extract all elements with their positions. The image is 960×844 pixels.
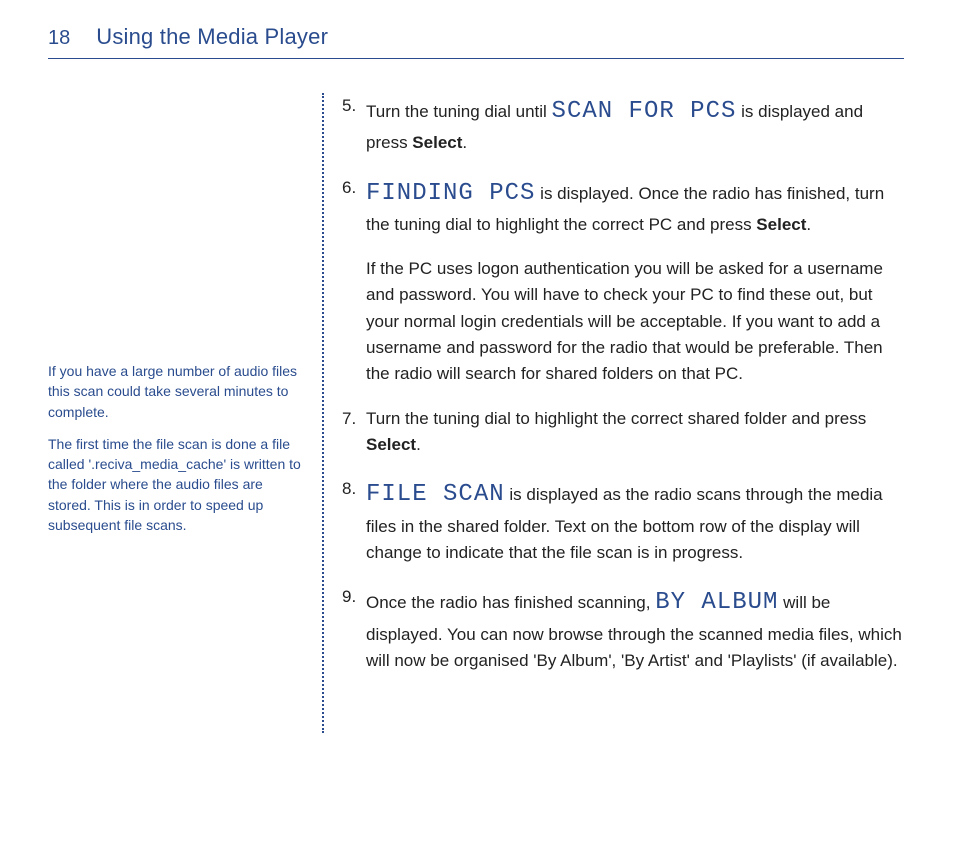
select-label: Select — [412, 133, 462, 152]
step-7: 7. Turn the tuning dial to highlight the… — [342, 406, 904, 459]
column-divider — [322, 93, 324, 733]
step-6: 6. FINDING PCS is displayed. Once the ra… — [342, 175, 904, 239]
step-number: 9. — [342, 584, 366, 674]
lcd-by-album: BY ALBUM — [655, 589, 778, 616]
content-columns: If you have a large number of audio file… — [48, 93, 904, 733]
step-5: 5. Turn the tuning dial until SCAN FOR P… — [342, 93, 904, 157]
step-6-note: If the PC uses logon authentication you … — [342, 256, 904, 388]
lcd-finding-pcs: FINDING PCS — [366, 180, 535, 207]
text: Turn the tuning dial to highlight the co… — [366, 409, 866, 428]
sidebar-note-2: The first time the file scan is done a f… — [48, 434, 304, 535]
step-number: 5. — [342, 93, 366, 157]
sidebar-notes: If you have a large number of audio file… — [48, 93, 318, 733]
page: 18 Using the Media Player If you have a … — [0, 0, 960, 844]
page-number: 18 — [48, 27, 70, 50]
step-8: 8. FILE SCAN is displayed as the radio s… — [342, 476, 904, 566]
lcd-scan-for-pcs: SCAN FOR PCS — [552, 98, 737, 125]
select-label: Select — [756, 215, 806, 234]
text: Once the radio has finished scanning, — [366, 593, 655, 612]
step-number: 6. — [342, 175, 366, 239]
text: . — [416, 435, 421, 454]
page-title: Using the Media Player — [96, 24, 328, 50]
step-body: Turn the tuning dial to highlight the co… — [366, 406, 904, 459]
step-body: FINDING PCS is displayed. Once the radio… — [366, 175, 904, 239]
step-body: FILE SCAN is displayed as the radio scan… — [366, 476, 904, 566]
sidebar-note-1: If you have a large number of audio file… — [48, 361, 304, 422]
text: Turn the tuning dial until — [366, 102, 552, 121]
header-rule — [48, 58, 904, 59]
select-label: Select — [366, 435, 416, 454]
step-9: 9. Once the radio has finished scanning,… — [342, 584, 904, 674]
step-body: Turn the tuning dial until SCAN FOR PCS … — [366, 93, 904, 157]
page-header: 18 Using the Media Player — [48, 24, 904, 50]
step-number: 7. — [342, 406, 366, 459]
step-body: Once the radio has finished scanning, BY… — [366, 584, 904, 674]
text: . — [462, 133, 467, 152]
main-steps: 5. Turn the tuning dial until SCAN FOR P… — [342, 93, 904, 733]
lcd-file-scan: FILE SCAN — [366, 481, 505, 508]
step-number: 8. — [342, 476, 366, 566]
text: . — [806, 215, 811, 234]
text: If the PC uses logon authentication you … — [366, 256, 904, 388]
